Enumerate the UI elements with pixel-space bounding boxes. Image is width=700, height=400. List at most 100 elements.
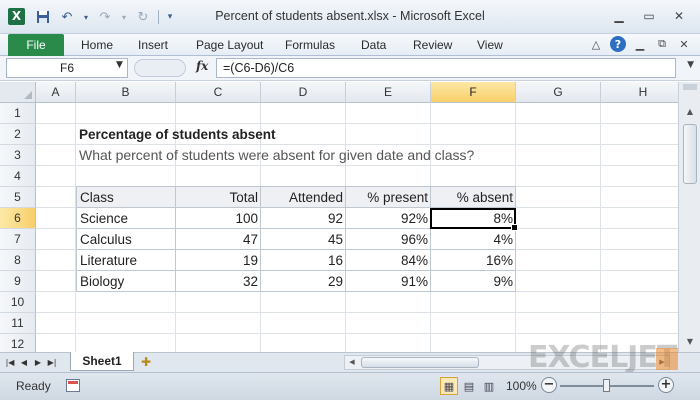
exceljet-logo-icon <box>656 348 678 370</box>
column-header-d[interactable]: D <box>261 82 346 103</box>
row-header-8[interactable]: 8 <box>0 250 36 271</box>
table-cell[interactable]: 45 <box>261 229 346 250</box>
row-header-12[interactable]: 12 <box>0 334 36 352</box>
row-header-2[interactable]: 2 <box>0 124 36 145</box>
worksheet-grid[interactable]: A B C D E F G H 1 2 3 4 5 6 7 8 9 10 11 … <box>0 82 678 352</box>
table-cell[interactable]: 4% <box>431 229 516 250</box>
first-sheet-icon[interactable]: |◀ <box>4 355 16 370</box>
zoom-level[interactable]: 100% <box>506 379 537 393</box>
window-controls: ▁ ▭ ✕ <box>606 6 692 26</box>
vertical-scroll-thumb[interactable] <box>683 124 697 184</box>
row-header-4[interactable]: 4 <box>0 166 36 187</box>
workbook-close-icon[interactable]: ✕ <box>676 36 692 52</box>
tab-home[interactable]: Home <box>81 34 113 56</box>
sheet-title[interactable]: Percentage of students absent <box>76 124 279 145</box>
table-cell[interactable]: Calculus <box>77 229 175 250</box>
table-cell[interactable]: 91% <box>346 271 431 292</box>
table-cell[interactable]: 96% <box>346 229 431 250</box>
file-tab[interactable]: File <box>8 34 64 56</box>
scroll-left-icon[interactable]: ◀ <box>345 356 359 369</box>
page-layout-view-icon[interactable]: ▤ <box>460 377 478 395</box>
table-header-present[interactable]: % present <box>346 187 431 208</box>
table-cell[interactable]: 9% <box>431 271 516 292</box>
exceljet-watermark: EXCELJET <box>528 340 677 375</box>
table-header-total[interactable]: Total <box>176 187 261 208</box>
zoom-out-icon[interactable]: − <box>541 377 557 393</box>
table-cell[interactable]: Biology <box>77 271 175 292</box>
normal-view-icon[interactable]: ▦ <box>440 377 458 395</box>
next-sheet-icon[interactable]: ▶ <box>32 355 44 370</box>
row-header-11[interactable]: 11 <box>0 313 36 334</box>
row-header-7[interactable]: 7 <box>0 229 36 250</box>
row-header-5[interactable]: 5 <box>0 187 36 208</box>
row-header-3[interactable]: 3 <box>0 145 36 166</box>
table-header-class[interactable]: Class <box>77 187 175 208</box>
expand-formula-bar-icon[interactable]: ▼ <box>687 60 694 70</box>
active-cell-selection[interactable] <box>430 208 518 231</box>
row-header-6[interactable]: 6 <box>0 208 36 229</box>
ribbon-collapse-icon[interactable]: △ <box>588 36 604 52</box>
minimize-icon[interactable]: ▁ <box>606 6 632 26</box>
table-cell[interactable]: Literature <box>77 250 175 271</box>
row-header-9[interactable]: 9 <box>0 271 36 292</box>
previous-sheet-icon[interactable]: ◀ <box>18 355 30 370</box>
window-title: Percent of students absent.xlsx - Micros… <box>215 9 485 23</box>
scroll-down-icon[interactable]: ▼ <box>682 334 698 350</box>
status-text: Ready <box>16 379 51 393</box>
column-header-h[interactable]: H <box>601 82 678 103</box>
column-header-f[interactable]: F <box>431 82 516 103</box>
restore-icon[interactable]: ▭ <box>636 6 662 26</box>
sheet-subtitle[interactable]: What percent of students were absent for… <box>76 145 477 166</box>
ribbon-tabs: File Home Insert Page Layout Formulas Da… <box>0 34 700 56</box>
column-header-g[interactable]: G <box>516 82 601 103</box>
close-icon[interactable]: ✕ <box>666 6 692 26</box>
name-box[interactable]: F6 <box>6 58 128 78</box>
insert-sheet-icon[interactable]: ✚ <box>138 354 154 370</box>
record-macro-icon[interactable] <box>66 379 80 392</box>
table-cell[interactable]: 100 <box>176 208 261 229</box>
table-cell[interactable]: 19 <box>176 250 261 271</box>
table-cell[interactable]: 29 <box>261 271 346 292</box>
insert-function-icon[interactable]: fx <box>196 59 208 73</box>
table-cell[interactable]: 84% <box>346 250 431 271</box>
gridline <box>36 333 678 334</box>
title-bar: X ↶ ▾ ↷ ▾ ↻ ▾ Percent of students absent… <box>0 0 700 34</box>
table-cell[interactable]: 32 <box>176 271 261 292</box>
column-header-b[interactable]: B <box>76 82 176 103</box>
tab-page-layout[interactable]: Page Layout <box>196 34 263 56</box>
row-header-10[interactable]: 10 <box>0 292 36 313</box>
column-header-e[interactable]: E <box>346 82 431 103</box>
horizontal-scroll-thumb[interactable] <box>361 357 479 368</box>
tab-data[interactable]: Data <box>361 34 386 56</box>
table-cell[interactable]: 47 <box>176 229 261 250</box>
tab-review[interactable]: Review <box>413 34 452 56</box>
table-header-attended[interactable]: Attended <box>261 187 346 208</box>
table-header-absent[interactable]: % absent <box>431 187 516 208</box>
table-cell[interactable]: 16 <box>261 250 346 271</box>
split-handle[interactable] <box>683 84 697 90</box>
column-header-c[interactable]: C <box>176 82 261 103</box>
zoom-slider-thumb[interactable] <box>603 379 610 392</box>
last-sheet-icon[interactable]: ▶| <box>46 355 58 370</box>
select-all-corner[interactable] <box>0 82 36 103</box>
table-cell[interactable]: 92 <box>261 208 346 229</box>
vertical-scrollbar[interactable]: ▲ ▼ <box>678 82 700 352</box>
sheet-tab-sheet1[interactable]: Sheet1 <box>70 352 134 371</box>
page-break-preview-icon[interactable]: ▥ <box>480 377 498 395</box>
column-header-a[interactable]: A <box>36 82 76 103</box>
table-cell[interactable]: 92% <box>346 208 431 229</box>
row-header-1[interactable]: 1 <box>0 103 36 124</box>
table-cell[interactable]: Science <box>77 208 175 229</box>
workbook-minimize-icon[interactable]: ▁ <box>632 36 648 52</box>
help-icon[interactable]: ? <box>610 36 626 52</box>
zoom-in-icon[interactable]: + <box>658 377 674 393</box>
workbook-restore-icon[interactable]: ⧉ <box>654 36 670 52</box>
table-cell[interactable]: 16% <box>431 250 516 271</box>
tab-insert[interactable]: Insert <box>138 34 168 56</box>
tab-formulas[interactable]: Formulas <box>285 34 335 56</box>
formula-bar-resize-handle[interactable] <box>134 59 186 77</box>
tab-view[interactable]: View <box>477 34 503 56</box>
formula-input[interactable]: =(C6-D6)/C6 <box>216 58 676 78</box>
scroll-up-icon[interactable]: ▲ <box>682 104 698 120</box>
name-box-dropdown-icon[interactable]: ▼ <box>116 60 123 70</box>
